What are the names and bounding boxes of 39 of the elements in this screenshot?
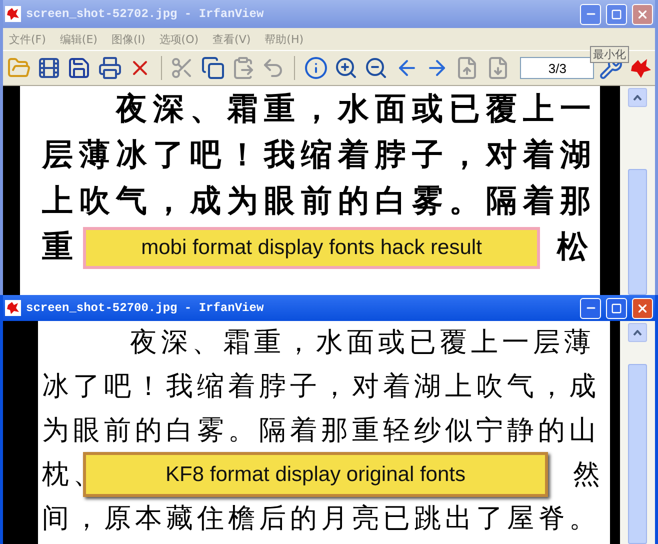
menu-item[interactable]: 帮助(H) [264, 32, 304, 46]
close-icon [636, 8, 649, 20]
scrollbar[interactable] [620, 321, 655, 544]
maximize-button[interactable] [606, 4, 627, 24]
text-line: 间，原本藏住檐后的月亮已跳出了屋脊。 [42, 502, 600, 536]
text-line: 为眼前的白雾。隔着那重轻纱似宁静的山 [42, 414, 600, 448]
tooltip: 最小化 [590, 46, 629, 63]
app-logo-icon [5, 6, 21, 22]
menu-item[interactable]: 编辑(E) [60, 32, 98, 46]
maximize-button[interactable] [606, 298, 627, 318]
printer-icon[interactable] [96, 54, 124, 82]
text-line: 夜深、霜重，水面或已覆上一层薄 [129, 326, 595, 360]
menu-item[interactable]: 文件(F) [9, 32, 46, 46]
text-line: 重 [42, 228, 79, 267]
caption-label: KF8 format display original fonts [83, 452, 548, 497]
maximize-icon [611, 8, 622, 20]
minimize-button[interactable] [580, 4, 601, 24]
text-line: 夜深、霜重，水面或已覆上一 [114, 90, 597, 129]
text-line: 上吹气，成为眼前的白雾。隔着那 [42, 182, 597, 221]
window-title: screen_shot-52702.jpg - IrfanView [26, 7, 265, 21]
text-line: 松 [557, 228, 594, 267]
menu-item[interactable]: 选项(O) [159, 32, 199, 46]
text-line: 层薄冰了吧！我缩着脖子，对着湖 [42, 136, 597, 175]
scrollbar[interactable] [620, 86, 655, 295]
text-line: 然 [573, 458, 604, 492]
close-button[interactable] [632, 298, 653, 318]
text-line: 冰了吧！我缩着脖子，对着湖上吹气，成 [42, 370, 600, 404]
info-icon[interactable] [302, 54, 330, 82]
minimize-button[interactable] [580, 298, 601, 318]
page-number-field[interactable]: 3/3 [520, 57, 594, 79]
caption-label: mobi format display fonts hack result [83, 227, 540, 269]
app-logo-icon [5, 300, 21, 316]
maximize-icon [611, 302, 622, 314]
window-title: screen_shot-52700.jpg - IrfanView [26, 301, 265, 315]
close-icon [636, 302, 649, 314]
copy-icon[interactable] [199, 54, 226, 82]
menu-item[interactable]: 查看(V) [212, 32, 251, 46]
close-button[interactable] [632, 4, 653, 24]
menu-item[interactable]: 图像(I) [111, 32, 146, 46]
